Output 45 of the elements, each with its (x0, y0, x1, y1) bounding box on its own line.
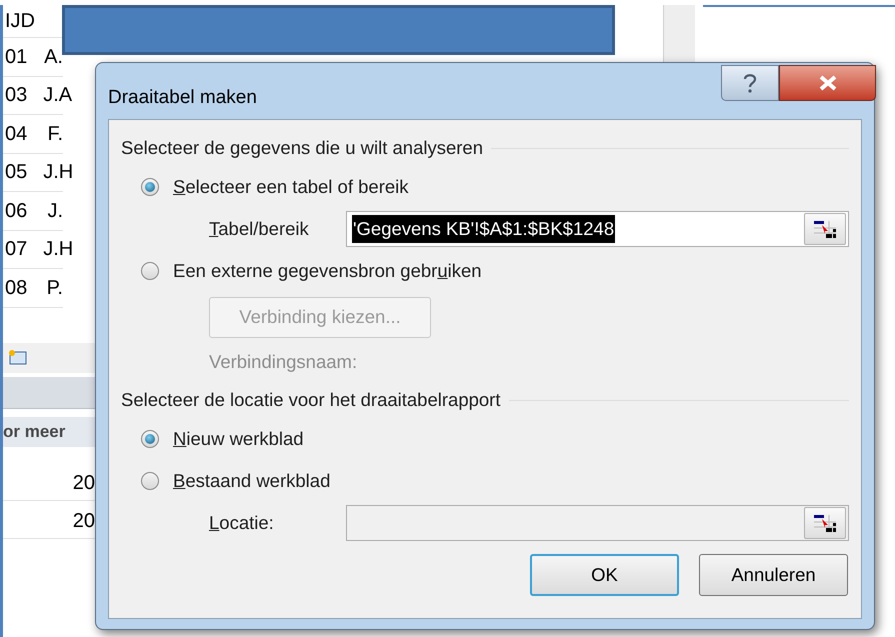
dialog-button[interactable]: OK (530, 554, 679, 596)
table-cell-text: A. (43, 44, 63, 70)
help-icon (743, 73, 757, 93)
table-cell-text: 20 (72, 508, 95, 534)
table-cell-text: 01 (4, 44, 28, 70)
table-cell-text: 06 (4, 198, 28, 224)
close-button[interactable] (779, 65, 876, 101)
column-header: or meer (3, 421, 66, 444)
range-value: 'Gegevens KB'!$A$1:$BK$1248 (352, 215, 616, 243)
radio-button[interactable] (141, 430, 159, 448)
range-field[interactable]: 'Gegevens KB'!$A$1:$BK$1248 (346, 211, 849, 247)
table-cell-text: P. (46, 276, 63, 301)
table-cell-text: J.A (42, 83, 72, 108)
close-icon (818, 75, 838, 91)
section-heading: Selecteer de locatie voor het draaitabelrapport (121, 388, 500, 412)
radio-button[interactable] (141, 472, 159, 490)
table-cell-text: 07 (4, 237, 28, 262)
table-cell-text: F. (46, 122, 63, 147)
table-cell-text: J.H (42, 237, 74, 262)
option-label: Nieuw werkblad (173, 427, 304, 452)
table-cell-text: 08 (4, 276, 28, 301)
range-picker-icon (812, 219, 838, 239)
table-cell-text: 05 (4, 160, 28, 186)
table-cell-text: 03 (4, 83, 28, 108)
table-cell-text: J. (46, 198, 63, 224)
range-picker-button[interactable] (804, 213, 846, 245)
table-cell-text: 04 (4, 122, 28, 147)
option-label: Bestaand werkblad (173, 469, 330, 494)
radio-button[interactable] (141, 178, 159, 196)
option-label: Locatie: (209, 512, 274, 534)
option-label: Selecteer een tabel of bereik (173, 175, 409, 200)
connection-name-label: Verbindingsnaam: (209, 350, 358, 374)
help-button[interactable] (721, 65, 779, 101)
option-label: Een externe gegevensbron gebruiken (173, 259, 482, 284)
radio-button[interactable] (141, 262, 159, 280)
table-cell-text: IJD (5, 9, 35, 34)
table-cell-text: J.H (42, 160, 74, 186)
sheet-insert-icon[interactable] (7, 349, 29, 367)
scrollbar[interactable] (663, 5, 695, 62)
table-cell-text: 20 (72, 470, 95, 496)
section-heading: Selecteer de gegevens die u wilt analyseren (121, 136, 484, 160)
range-picker-icon (812, 513, 838, 533)
dialog-button[interactable]: Annuleren (699, 554, 848, 596)
option-label: Tabel/bereik (209, 218, 309, 240)
window-title: Draaitabel maken (108, 86, 257, 110)
